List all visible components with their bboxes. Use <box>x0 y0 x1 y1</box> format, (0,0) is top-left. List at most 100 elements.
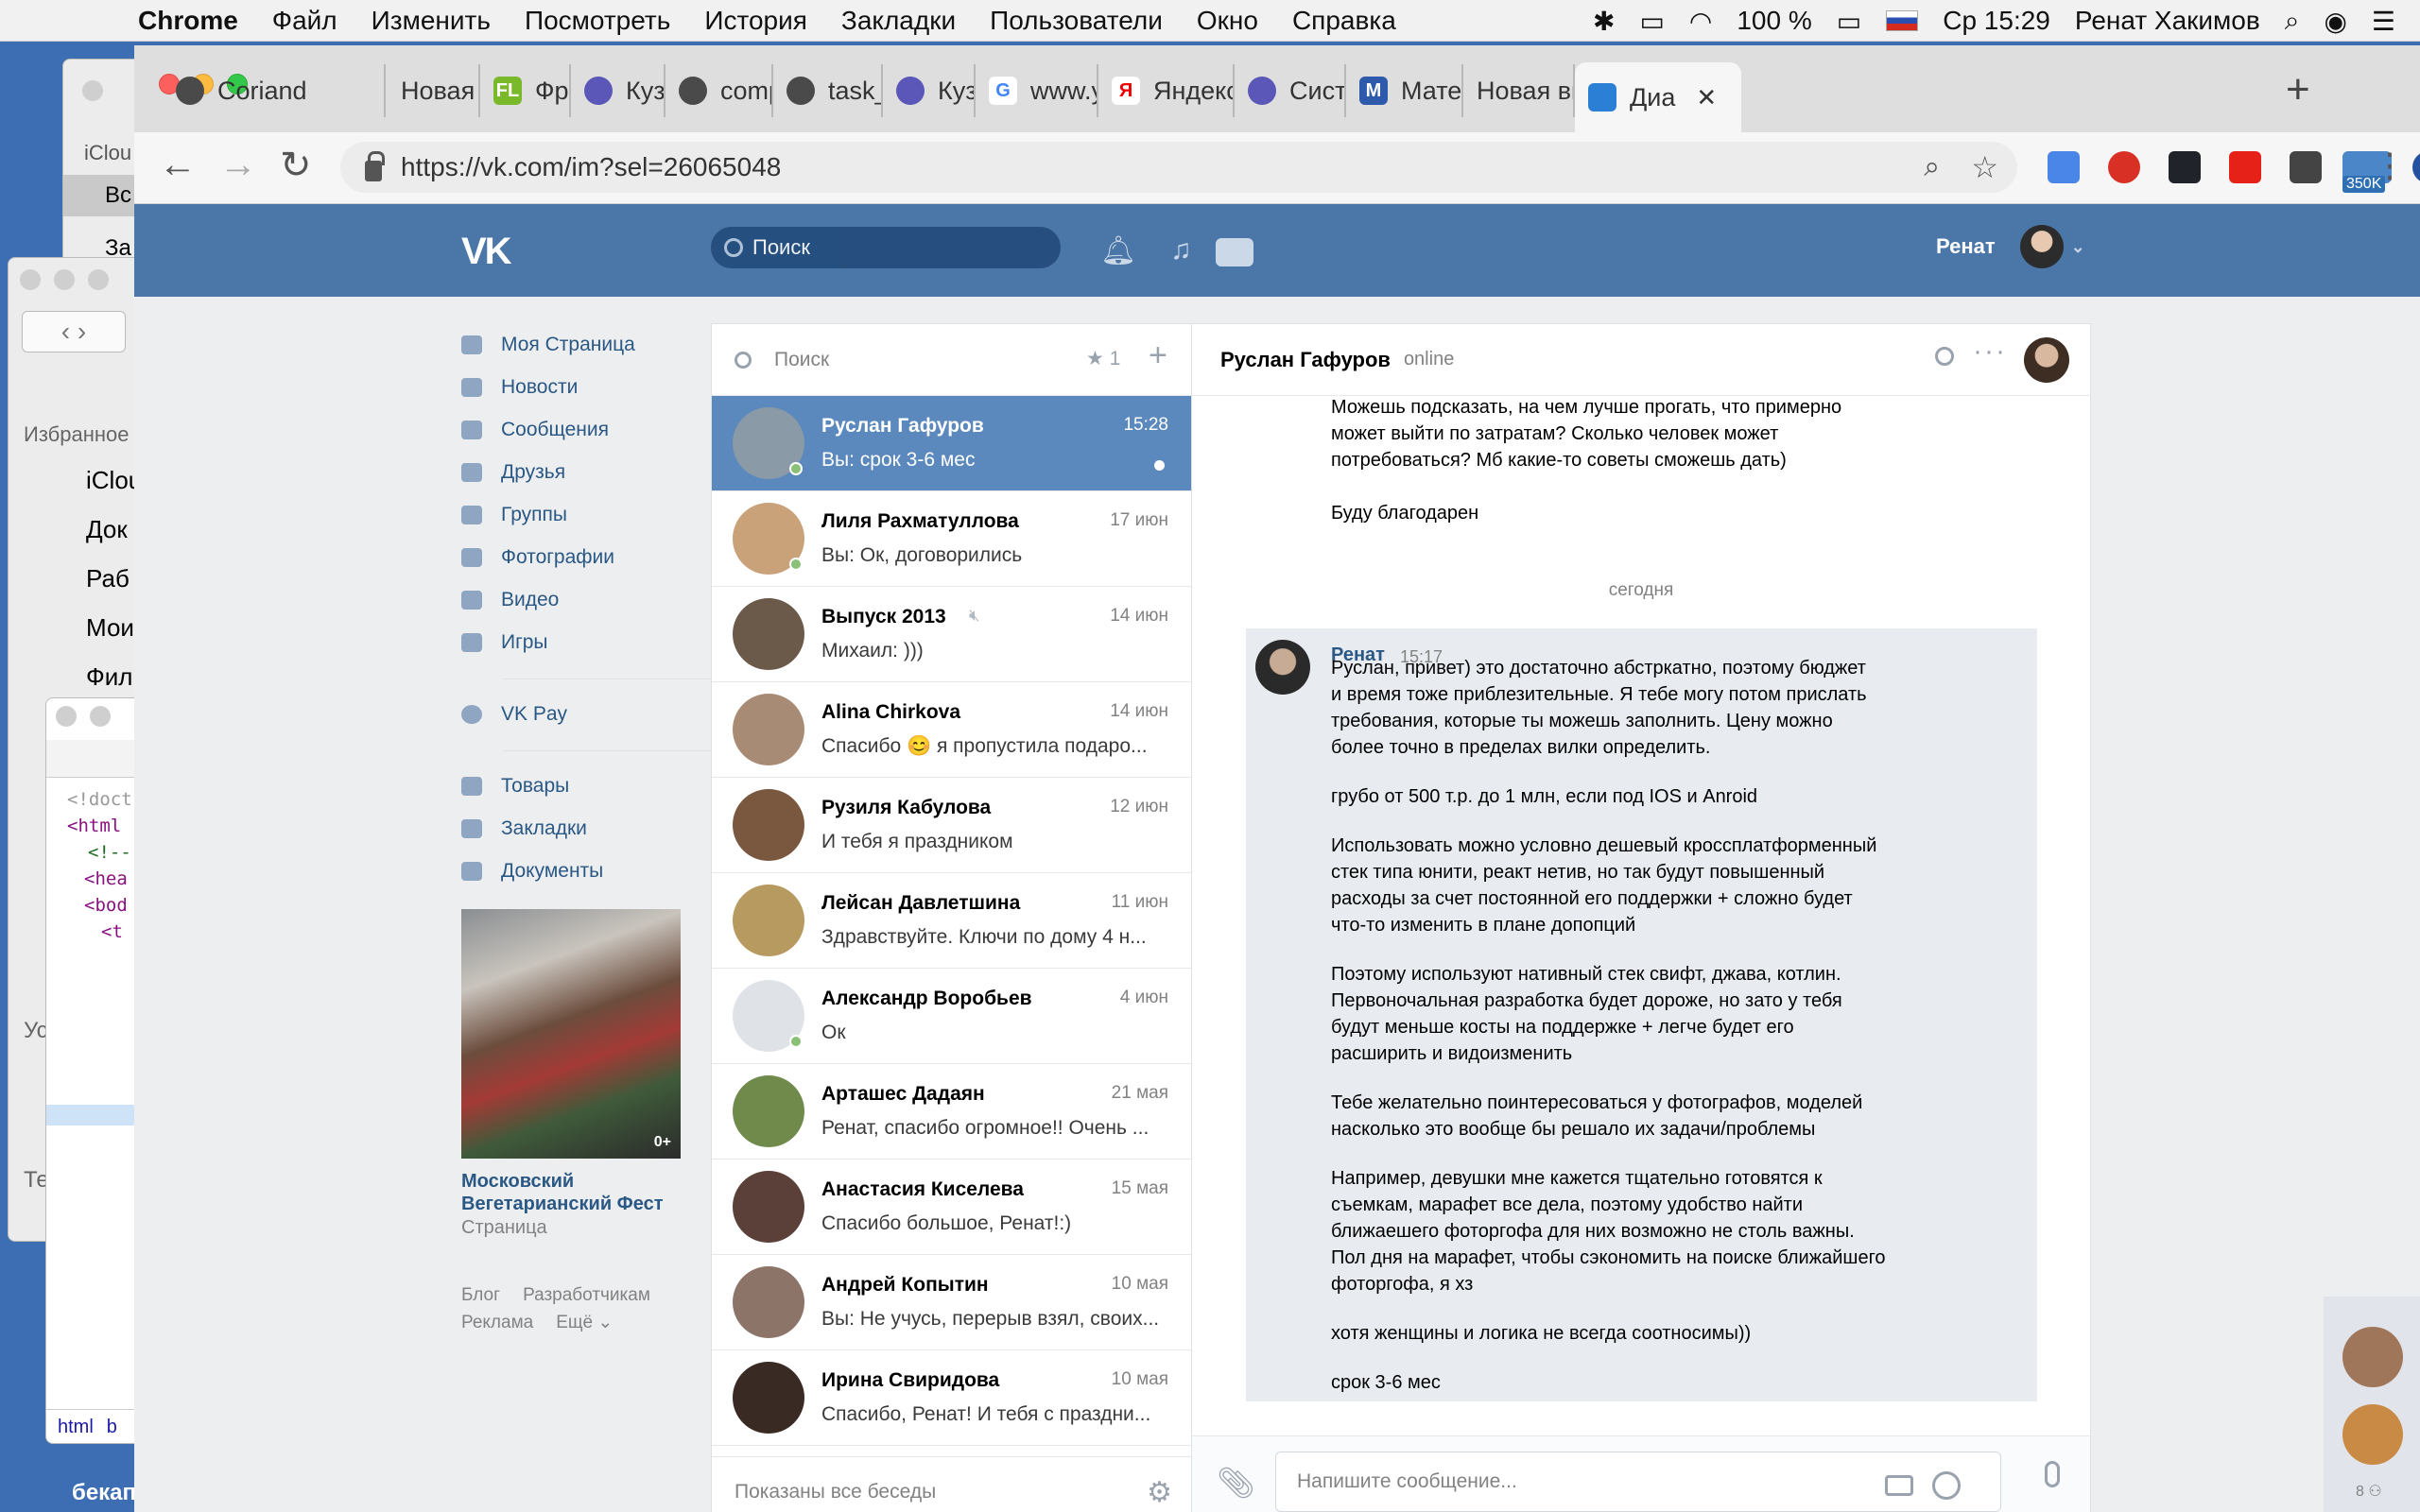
menu-item[interactable]: История <box>704 6 807 36</box>
ad-title[interactable]: Московский Вегетарианский Фест <box>461 1170 707 1215</box>
conversation-avatar[interactable] <box>733 694 804 765</box>
user-menu[interactable]: Ренат ⌄ <box>1936 225 2085 268</box>
message-history[interactable]: Можешь подсказать, на чем лучше прогать,… <box>1192 396 2090 1458</box>
app-menu[interactable]: Chrome <box>138 6 238 36</box>
sidebar-item[interactable]: Раб <box>86 564 130 593</box>
conversation-item[interactable]: Alina Chirkova 14 июн Спасибо 😊 я пропусти… <box>712 682 1191 778</box>
video-icon[interactable] <box>1216 238 1253 266</box>
new-conversation-icon[interactable]: + <box>1149 337 1167 374</box>
conversation-item[interactable]: Лейсан Давлетшина 11 июн Здравствуйте. Клю… <box>712 873 1191 969</box>
new-tab-button[interactable]: + <box>2286 66 2310 113</box>
reload-button[interactable]: ↻ <box>280 144 312 187</box>
conversation-avatar[interactable] <box>733 1266 804 1338</box>
conversation-avatar[interactable] <box>733 885 804 956</box>
desktop-folder-label[interactable]: бекап <box>72 1480 136 1506</box>
url-text[interactable]: https://vk.com/im?sel=26065048 <box>401 152 781 182</box>
mini-chats-count[interactable]: 8 ⚇ <box>2356 1482 2382 1501</box>
conversation-avatar[interactable] <box>733 980 804 1052</box>
extension-icon[interactable] <box>2290 151 2322 183</box>
browser-tab[interactable]: Кузнец <box>883 64 976 117</box>
back-button[interactable]: ← <box>159 144 197 186</box>
chat-peer-name[interactable]: Руслан Гафуров <box>1220 348 1391 372</box>
devtools-breadcrumb[interactable]: html <box>58 1417 94 1438</box>
lock-icon[interactable] <box>365 151 385 181</box>
sidebar-item[interactable]: Мои <box>86 613 134 643</box>
notification-center-icon[interactable]: ☰ <box>2372 6 2395 37</box>
profile-avatar[interactable]: M <box>2412 151 2420 183</box>
gear-icon[interactable]: ⚙ <box>1147 1476 1172 1509</box>
attach-icon[interactable]: 📎︎ <box>1217 1465 1255 1501</box>
conversation-avatar[interactable] <box>733 1362 804 1434</box>
wifi-icon[interactable]: ◠ <box>1689 6 1712 37</box>
browser-tab[interactable]: Новая вкла <box>1463 64 1575 117</box>
airplay-icon[interactable]: ▭ <box>1639 6 1664 37</box>
music-icon[interactable]: ♫ <box>1170 234 1192 266</box>
zoom-icon[interactable]: ⌕ <box>1924 151 1940 183</box>
youtube-extension-icon[interactable] <box>2229 151 2261 183</box>
conversation-avatar[interactable] <box>733 407 804 479</box>
sidebar-item[interactable]: Док <box>86 515 128 544</box>
conversation-item[interactable]: Ирина Свиридова 10 мая Спасибо, Ренат! И т… <box>712 1350 1191 1446</box>
emoji-icon[interactable] <box>1932 1471 1961 1500</box>
browser-tab[interactable]: Кузнец <box>571 64 666 117</box>
more-actions-icon[interactable]: ··· <box>1973 335 2007 368</box>
notifications-bell-icon[interactable]: 🔔︎ <box>1100 234 1136 267</box>
address-bar[interactable]: https://vk.com/im?sel=26065048 ⌕ ☆ <box>340 142 2017 193</box>
conversation-item[interactable]: Лиля Рахматуллова 17 июн Вы: Ок, договорил… <box>712 491 1191 587</box>
browser-tab[interactable]: Новая вкла <box>388 64 480 117</box>
browser-tab[interactable]: task_ec <box>773 64 883 117</box>
conversation-avatar[interactable] <box>733 789 804 861</box>
chrome-menu-icon[interactable]: ⋮ <box>2373 146 2407 185</box>
browser-tab[interactable]: Систем <box>1235 64 1346 117</box>
message-input[interactable]: Напишите сообщение... <box>1275 1452 2001 1512</box>
ad-image[interactable]: 0+ <box>461 909 681 1159</box>
message-group[interactable]: Ренат 15:17 Руслан, привет) это достаточ… <box>1246 628 2037 1401</box>
microphone-icon[interactable] <box>2045 1461 2060 1487</box>
conversation-item[interactable]: Александр Воробьев 4 июн Ок <box>712 969 1191 1064</box>
conversation-item[interactable]: Рузиля Кабулова 12 июн И тебя я праздником <box>712 778 1191 873</box>
starred-filter[interactable]: ★ 1 <box>1086 347 1120 370</box>
bookmark-star-icon[interactable]: ☆ <box>1971 149 1998 185</box>
conversation-avatar[interactable] <box>733 1171 804 1243</box>
conversation-item[interactable]: Выпуск 2013 🔇︎ 14 июн Михаил: ))) <box>712 587 1191 682</box>
footer-link-blog[interactable]: Блог <box>461 1285 500 1305</box>
conversation-avatar[interactable] <box>733 503 804 575</box>
user-name[interactable]: Ренат <box>1936 234 1996 259</box>
menu-item[interactable]: Файл <box>272 6 337 36</box>
camera-icon[interactable] <box>1885 1475 1913 1496</box>
conversation-item[interactable]: Руслан Гафуров 15:28 Вы: срок 3-6 мес <box>712 396 1191 491</box>
sidebar-item[interactable]: Фил <box>86 662 132 692</box>
yab-extension-icon[interactable] <box>2108 151 2140 183</box>
vk-logo[interactable]: VK <box>461 231 512 273</box>
battery-status[interactable]: 100 % <box>1737 6 1811 36</box>
input-source-flag-icon[interactable] <box>1886 10 1919 31</box>
browser-tab[interactable]: Gwww.y <box>976 64 1098 117</box>
menu-item[interactable]: Окно <box>1197 6 1258 36</box>
browser-tab[interactable]: M Матем <box>1346 64 1463 117</box>
close-tab-icon[interactable]: ✕ <box>1696 83 1717 112</box>
devtools-breadcrumb[interactable]: b <box>107 1417 117 1438</box>
mini-chat-avatar[interactable] <box>2342 1404 2403 1465</box>
menu-item[interactable]: Пользователи <box>990 6 1163 36</box>
footer-link-more[interactable]: Ещё ⌄ <box>556 1313 613 1332</box>
footer-link-developers[interactable]: Разработчикам <box>523 1285 650 1305</box>
mini-chat-avatar[interactable] <box>2342 1327 2403 1387</box>
menu-item[interactable]: Закладки <box>841 6 956 36</box>
forward-button[interactable]: → <box>219 144 257 186</box>
search-icon[interactable] <box>1935 347 1954 366</box>
chevron-down-icon[interactable]: ⌄ <box>2071 237 2085 257</box>
clock[interactable]: Ср 15:29 <box>1943 6 2050 36</box>
sender-avatar[interactable] <box>1255 640 1310 695</box>
browser-tab[interactable]: FL Фрилан <box>480 64 571 117</box>
footer-link-ads[interactable]: Реклама <box>461 1313 533 1332</box>
spotlight-icon[interactable]: ⌕ <box>2285 6 2300 37</box>
bluetooth-icon[interactable]: ✱ <box>1593 6 1615 37</box>
google-translate-extension-icon[interactable] <box>2048 151 2080 183</box>
browser-tab[interactable]: comple <box>666 64 773 117</box>
browser-tab[interactable]: Диа ✕ <box>1575 62 1741 132</box>
browser-tab[interactable]: Coriand <box>163 64 386 117</box>
user-avatar[interactable] <box>2019 225 2064 268</box>
vk-search-input[interactable]: Поиск <box>711 227 1061 268</box>
dialogs-search-input[interactable]: Поиск <box>774 349 829 371</box>
user-name[interactable]: Ренат Хакимов <box>2075 6 2260 36</box>
